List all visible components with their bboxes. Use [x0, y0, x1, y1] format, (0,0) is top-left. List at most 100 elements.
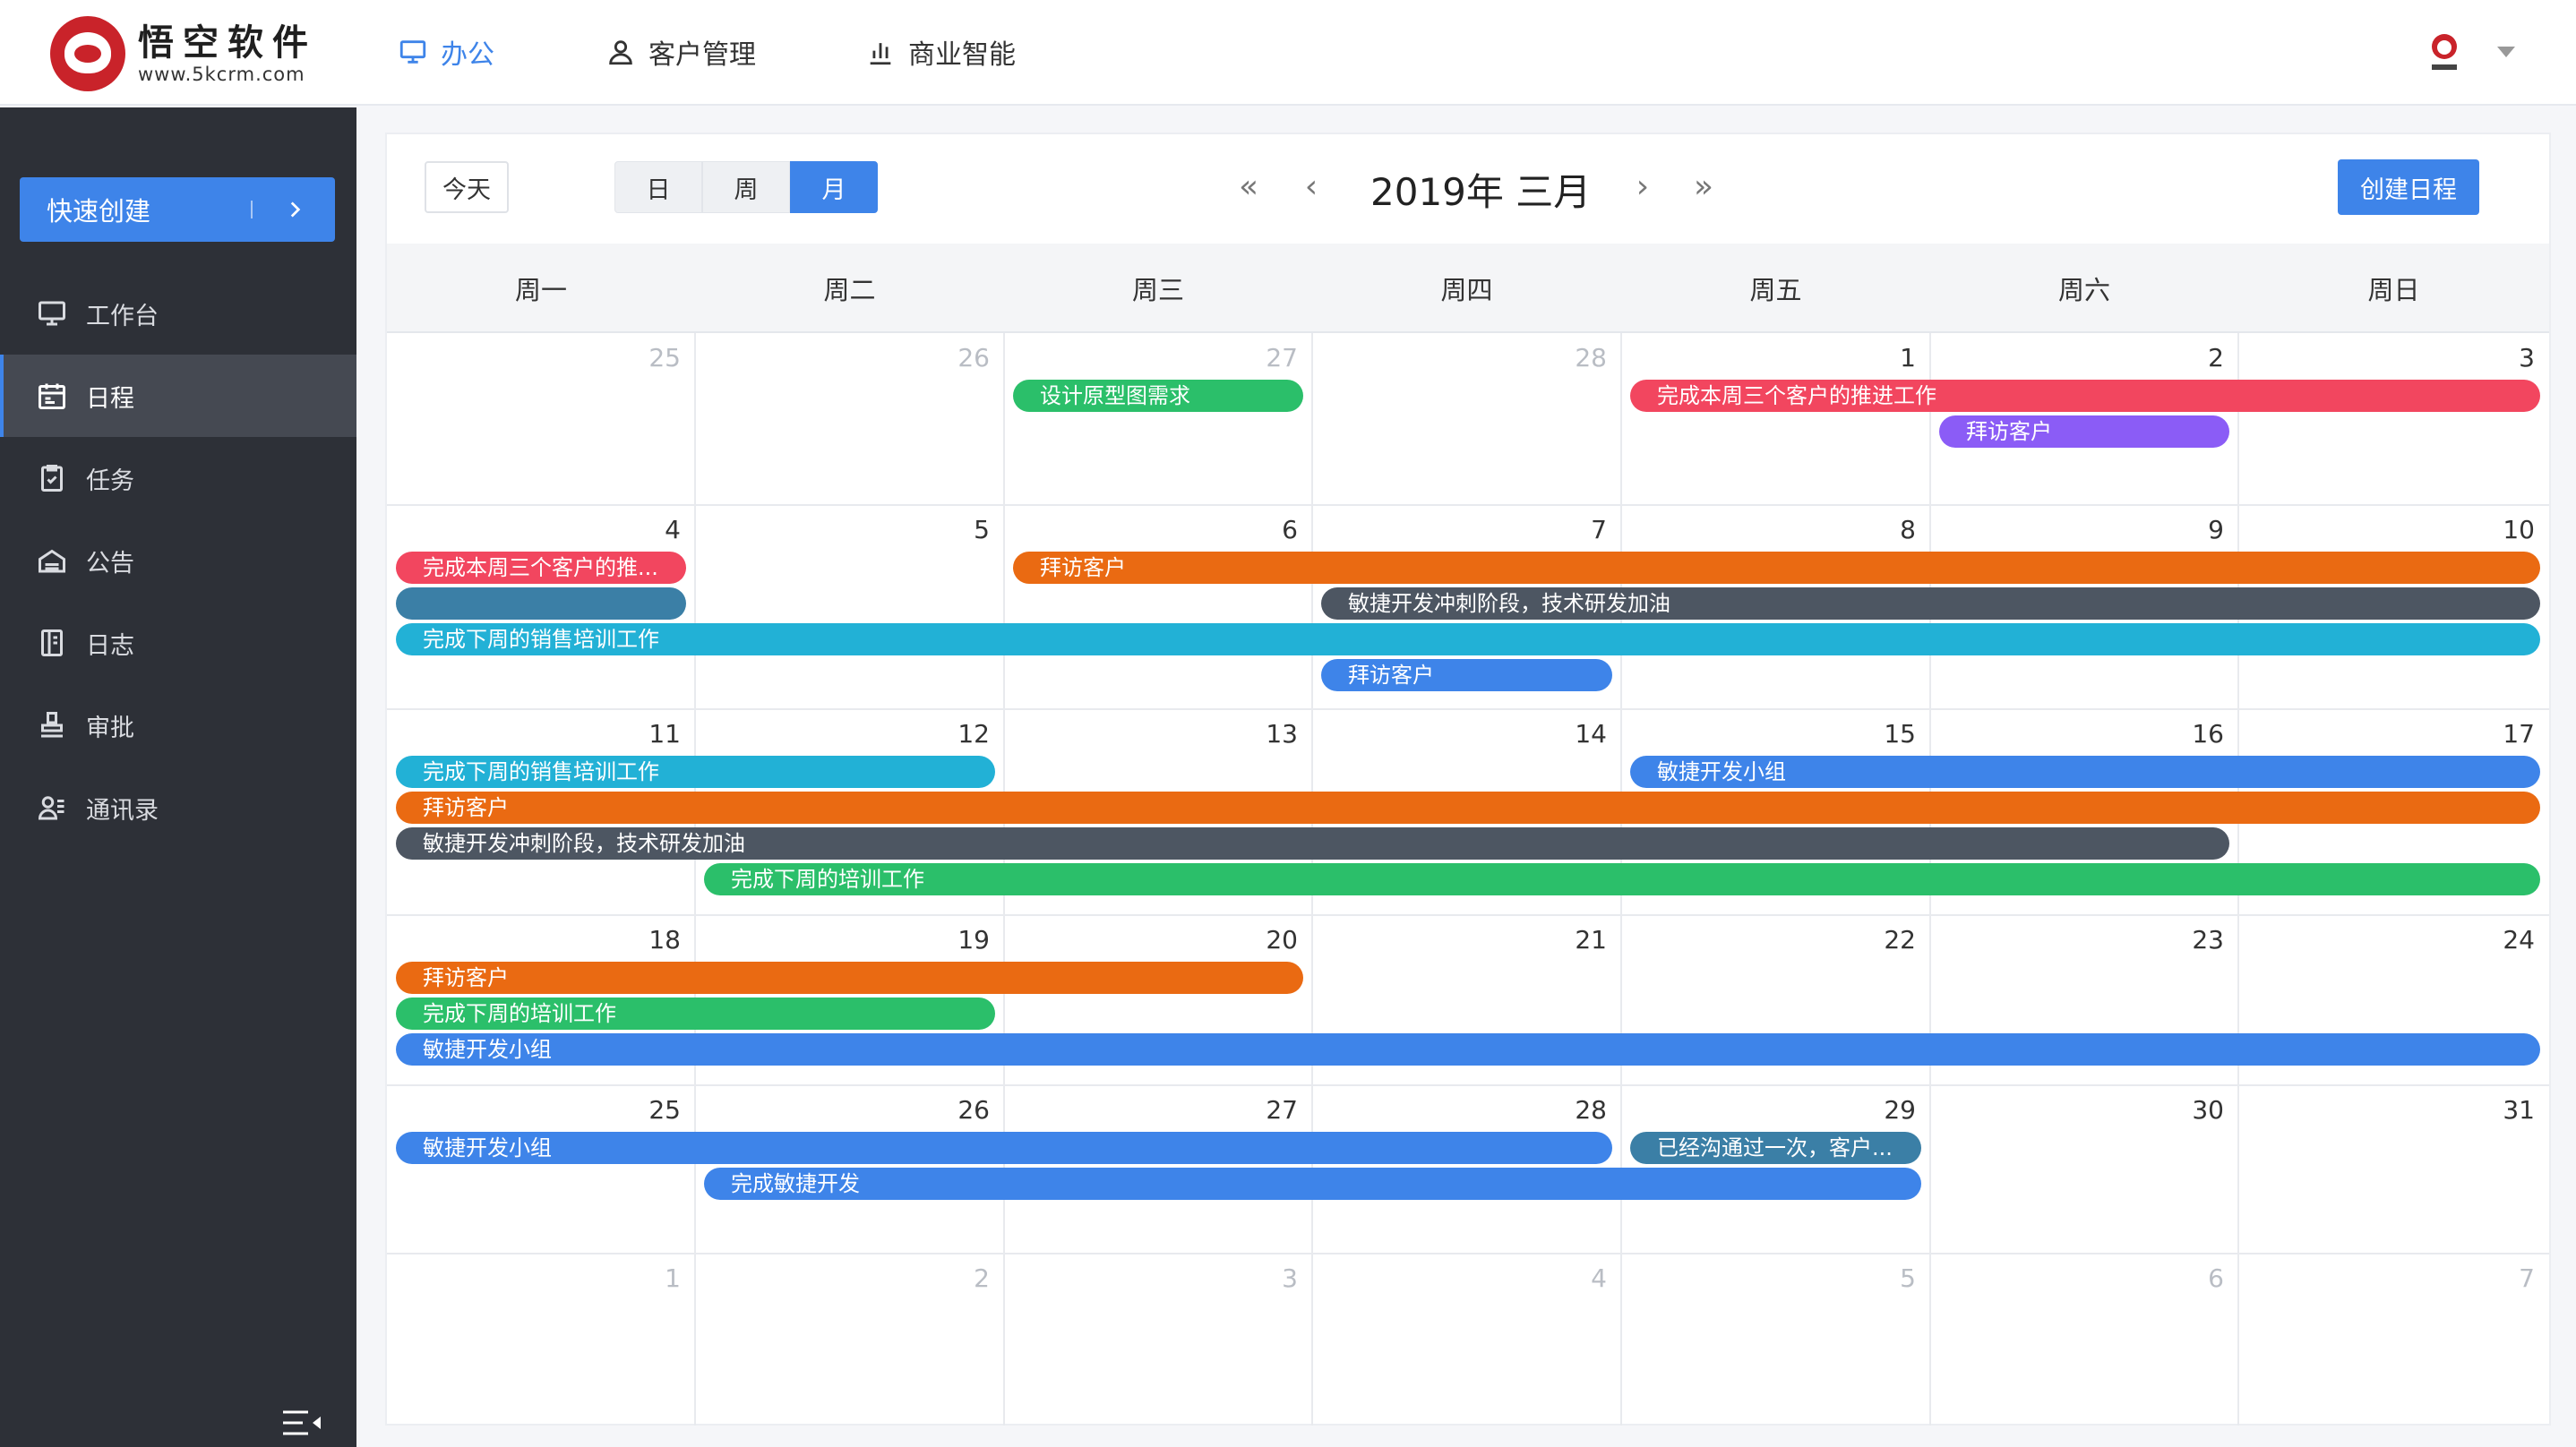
day-number: 10: [2503, 515, 2535, 544]
day-number: 27: [1266, 1095, 1298, 1125]
calendar-event[interactable]: 拜访客户: [1321, 659, 1612, 691]
calendar-event[interactable]: 拜访客户: [1939, 415, 2229, 448]
day-number: 23: [2192, 925, 2224, 955]
avatar[interactable]: [2420, 29, 2469, 77]
calendar-event[interactable]: 敏捷开发小组: [396, 1132, 1612, 1164]
day-number: 28: [1575, 343, 1607, 372]
calendar-event[interactable]: 完成本周三个客户的推进工作: [1630, 380, 2540, 412]
view-week-button[interactable]: 周: [702, 161, 790, 213]
day-number: 6: [2208, 1263, 2224, 1293]
day-number: 11: [648, 719, 681, 749]
weekday-label: 周四: [1440, 275, 1493, 305]
day-number: 19: [957, 925, 990, 955]
monitor-icon: [399, 40, 426, 64]
calendar-event[interactable]: 已经沟通过一次，客户...: [1630, 1132, 1921, 1164]
chevron-right-icon: [290, 201, 301, 218]
quick-create-button[interactable]: 快速创建: [20, 177, 335, 242]
day-number: 8: [1900, 515, 1916, 544]
logo[interactable]: 悟空软件 www.5kcrm.com: [50, 16, 317, 91]
day-number: 20: [1266, 925, 1298, 955]
day-number: 7: [1591, 515, 1607, 544]
day-number: 25: [648, 1095, 681, 1125]
calendar-event[interactable]: 完成下周的培训工作: [704, 863, 2540, 895]
day-number: 2: [974, 1263, 990, 1293]
collapse-menu-icon[interactable]: [281, 1408, 322, 1438]
stamp-icon: [41, 712, 63, 738]
calendar-event[interactable]: 拜访客户: [396, 962, 1303, 994]
next-year-icon[interactable]: »: [1686, 167, 1722, 206]
calendar-event[interactable]: [396, 587, 686, 620]
monkey-logo-icon: [50, 16, 125, 91]
topnav-customer[interactable]: 客户管理: [605, 29, 756, 75]
view-day-button[interactable]: 日: [614, 161, 702, 213]
sidebar-item-approval[interactable]: 审批: [0, 684, 356, 766]
sidebar-item-log[interactable]: 日志: [0, 602, 356, 684]
day-number: 2: [2208, 343, 2224, 372]
calendar-event[interactable]: 完成下周的销售培训工作: [396, 756, 995, 788]
chevron-down-icon[interactable]: [2497, 47, 2515, 57]
calendar-event[interactable]: 完成敏捷开发: [704, 1168, 1921, 1200]
calendar-event[interactable]: 拜访客户: [1013, 552, 2540, 584]
day-number: 9: [2208, 515, 2224, 544]
calendar-icon: [39, 383, 65, 409]
quick-create-label: 快速创建: [47, 196, 151, 227]
weekday-label: 周五: [1749, 275, 1802, 305]
top-navbar: 悟空软件 www.5kcrm.com 办公 客户管理 商业智能: [0, 0, 2576, 106]
day-number: 29: [1884, 1095, 1916, 1125]
prev-year-icon[interactable]: «: [1231, 167, 1267, 206]
topnav-label: 商业智能: [908, 39, 1016, 71]
day-number: 18: [648, 925, 681, 955]
day-number: 6: [1282, 515, 1298, 544]
sidebar-item-label: 通讯录: [86, 796, 159, 825]
calendar-event[interactable]: 拜访客户: [396, 792, 2540, 824]
weekday-header: 周一 周二 周三 周四 周五 周六 周日: [387, 244, 2549, 333]
weekday-label: 周二: [823, 275, 876, 305]
contacts-icon: [38, 796, 64, 820]
sidebar-item-notice[interactable]: 公告: [0, 519, 356, 602]
megaphone-icon: [39, 549, 65, 573]
day-number: 3: [2519, 343, 2535, 372]
view-month-button[interactable]: 月: [790, 161, 878, 213]
sidebar-item-label: 公告: [86, 549, 134, 578]
sidebar-item-schedule[interactable]: 日程: [0, 355, 356, 437]
calendar-event[interactable]: 设计原型图需求: [1013, 380, 1303, 412]
day-number: 16: [2192, 719, 2224, 749]
day-number: 5: [974, 515, 990, 544]
sidebar-item-tasks[interactable]: 任务: [0, 437, 356, 519]
calendar-event[interactable]: 敏捷开发冲刺阶段，技术研发加油: [1321, 587, 2540, 620]
day-number: 5: [1900, 1263, 1916, 1293]
create-schedule-button[interactable]: 创建日程: [2338, 159, 2479, 215]
calendar-event[interactable]: 完成下周的销售培训工作: [396, 623, 2540, 655]
day-number: 17: [2503, 719, 2535, 749]
weekday-label: 周六: [2057, 275, 2110, 305]
day-number: 30: [2192, 1095, 2224, 1125]
bar-chart-icon: [870, 43, 891, 65]
topnav-bi[interactable]: 商业智能: [865, 29, 1016, 75]
day-number: 4: [665, 515, 681, 544]
calendar-event[interactable]: 敏捷开发小组: [1630, 756, 2540, 788]
today-button[interactable]: 今天: [425, 161, 509, 213]
day-number: 24: [2503, 925, 2535, 955]
prev-month-icon[interactable]: ‹: [1293, 167, 1329, 206]
calendar-event[interactable]: 敏捷开发小组: [396, 1033, 2540, 1066]
weekday-label: 周一: [514, 275, 567, 305]
sidebar-item-label: 日程: [86, 384, 134, 413]
day-number: 26: [957, 1095, 990, 1125]
next-month-icon[interactable]: ›: [1625, 167, 1661, 206]
topnav-label: 办公: [441, 39, 494, 71]
sidebar-item-label: 工作台: [86, 302, 159, 330]
day-number: 14: [1575, 719, 1607, 749]
sidebar-item-label: 日志: [86, 631, 134, 660]
topnav-office[interactable]: 办公: [398, 29, 494, 75]
calendar-event[interactable]: 完成本周三个客户的推...: [396, 552, 686, 584]
weekday-label: 周日: [2367, 275, 2420, 305]
day-number: 12: [957, 719, 990, 749]
book-icon: [41, 629, 63, 656]
clipboard-icon: [41, 465, 63, 492]
calendar-event[interactable]: 完成下周的培训工作: [396, 997, 995, 1030]
calendar-event[interactable]: 敏捷开发冲刺阶段，技术研发加油: [396, 827, 2229, 860]
calendar-title: 2019年 三月: [1370, 169, 1592, 214]
sidebar-item-contacts[interactable]: 通讯录: [0, 766, 356, 849]
day-number: 7: [2519, 1263, 2535, 1293]
sidebar-item-workbench[interactable]: 工作台: [0, 272, 356, 355]
